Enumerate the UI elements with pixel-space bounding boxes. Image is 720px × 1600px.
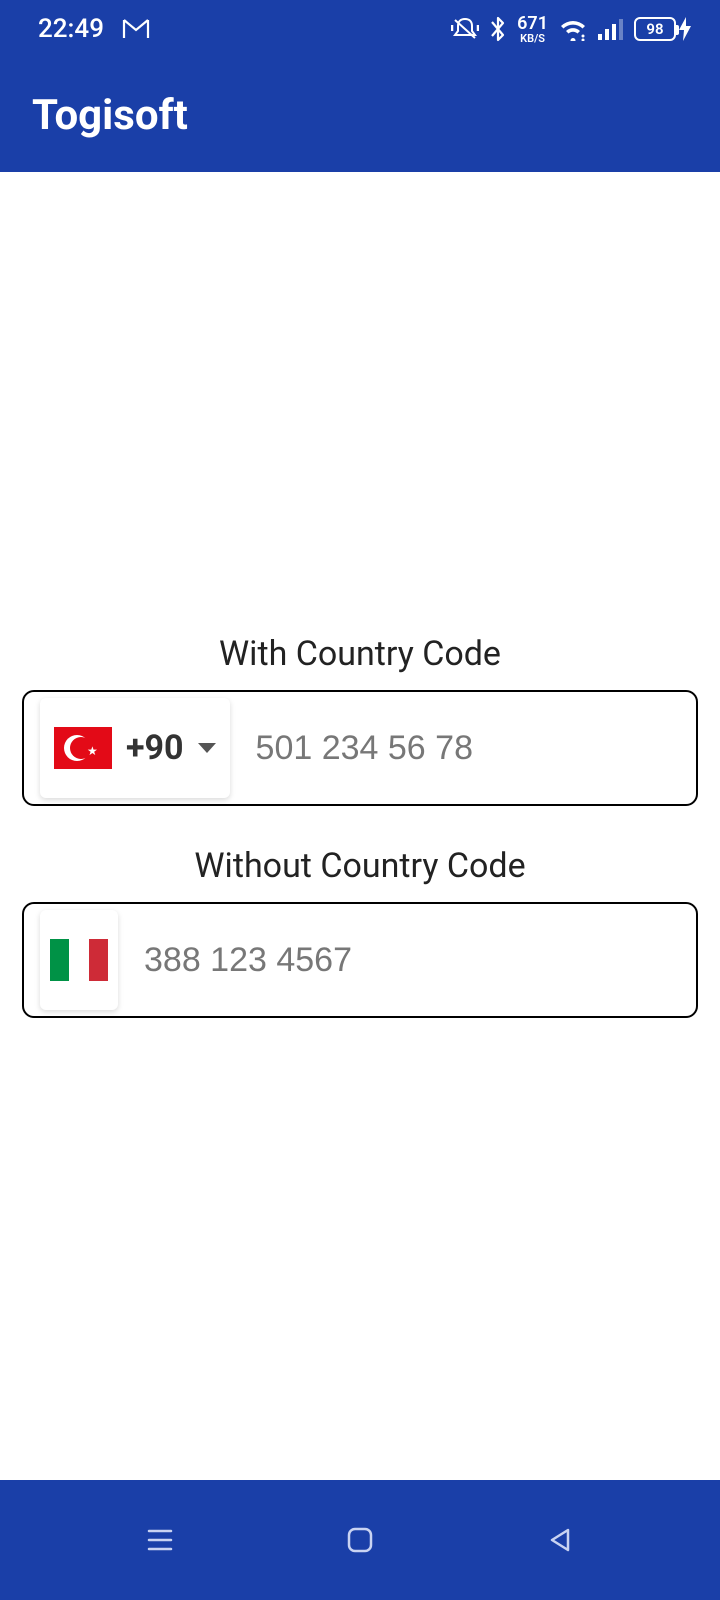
recent-apps-button[interactable]: [142, 1522, 178, 1558]
status-right: 671 KB/S 98: [451, 15, 692, 44]
flag-turkey-icon: ★: [54, 727, 112, 769]
phone-field-without-code: [22, 902, 698, 1018]
battery-indicator: 98: [634, 16, 692, 42]
vibrate-icon: [451, 16, 479, 42]
clock: 22:49: [38, 14, 104, 44]
app-bar: Togisoft: [0, 58, 720, 172]
bluetooth-icon: [489, 15, 507, 43]
network-speed: 671 KB/S: [517, 15, 548, 44]
flag-italy-icon: [50, 939, 108, 981]
battery-level: 98: [646, 20, 663, 38]
signal-icon: [598, 18, 624, 40]
gmail-icon: [122, 18, 150, 40]
status-left: 22:49: [38, 14, 150, 44]
phone-field-with-code: ★ +90: [22, 690, 698, 806]
section-label-with-code: With Country Code: [22, 634, 698, 674]
system-nav-bar: [0, 1480, 720, 1600]
wifi-icon: [558, 17, 588, 41]
dial-code: +90: [126, 728, 184, 768]
charging-icon: [678, 16, 692, 42]
phone-input-without-code[interactable]: [144, 941, 680, 980]
phone-input-with-code[interactable]: [256, 729, 699, 768]
back-button[interactable]: [542, 1522, 578, 1558]
net-speed-unit: KB/S: [520, 33, 545, 44]
home-button[interactable]: [342, 1522, 378, 1558]
section-label-without-code: Without Country Code: [22, 846, 698, 886]
app-title: Togisoft: [32, 91, 188, 140]
country-picker[interactable]: ★ +90: [40, 698, 230, 798]
chevron-down-icon: [198, 743, 216, 753]
country-flag-box[interactable]: [40, 910, 118, 1010]
main-content: With Country Code ★ +90 Without Country …: [0, 172, 720, 1480]
status-bar: 22:49 671 KB/S 98: [0, 0, 720, 58]
net-speed-value: 671: [517, 15, 548, 33]
